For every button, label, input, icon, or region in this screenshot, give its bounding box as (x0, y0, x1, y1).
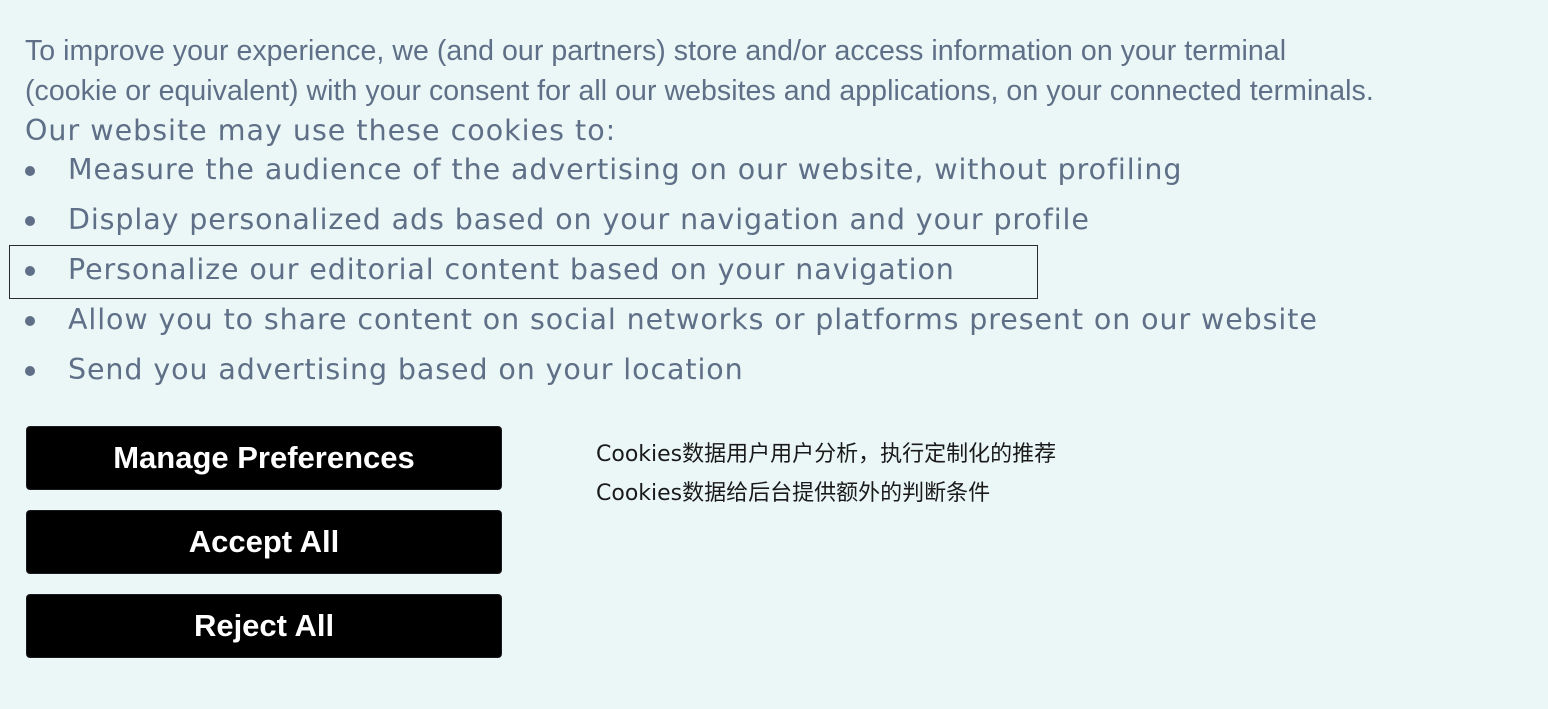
reject-all-button[interactable]: Reject All (26, 594, 502, 658)
purpose-label: Allow you to share content on social net… (68, 303, 1318, 336)
bullet-icon (25, 366, 35, 376)
annotation-note-1: Cookies数据用户用户分析，执行定制化的推荐 (596, 442, 1057, 467)
consent-intro-text: To improve your experience, we (and our … (25, 31, 1540, 111)
purpose-label: Measure the audience of the advertising … (68, 153, 1183, 186)
cookie-consent-banner: To improve your experience, we (and our … (0, 0, 1548, 709)
accept-all-button[interactable]: Accept All (26, 510, 502, 574)
intro-line-2: (cookie or equivalent) with your consent… (25, 75, 1374, 107)
highlight-box (9, 245, 1038, 299)
annotation-note-2: Cookies数据给后台提供额外的判断条件 (596, 481, 991, 506)
purpose-label: Send you advertising based on your locat… (68, 353, 744, 386)
bullet-icon (25, 216, 35, 226)
intro-line-1: To improve your experience, we (and our … (25, 35, 1287, 67)
manage-preferences-button[interactable]: Manage Preferences (26, 426, 502, 490)
bullet-icon (25, 166, 35, 176)
annotation-notes: Cookies数据用户用户分析，执行定制化的推荐 Cookies数据给后台提供额… (596, 435, 1056, 513)
purpose-label: Display personalized ads based on your n… (68, 203, 1090, 236)
bullet-icon (25, 316, 35, 326)
